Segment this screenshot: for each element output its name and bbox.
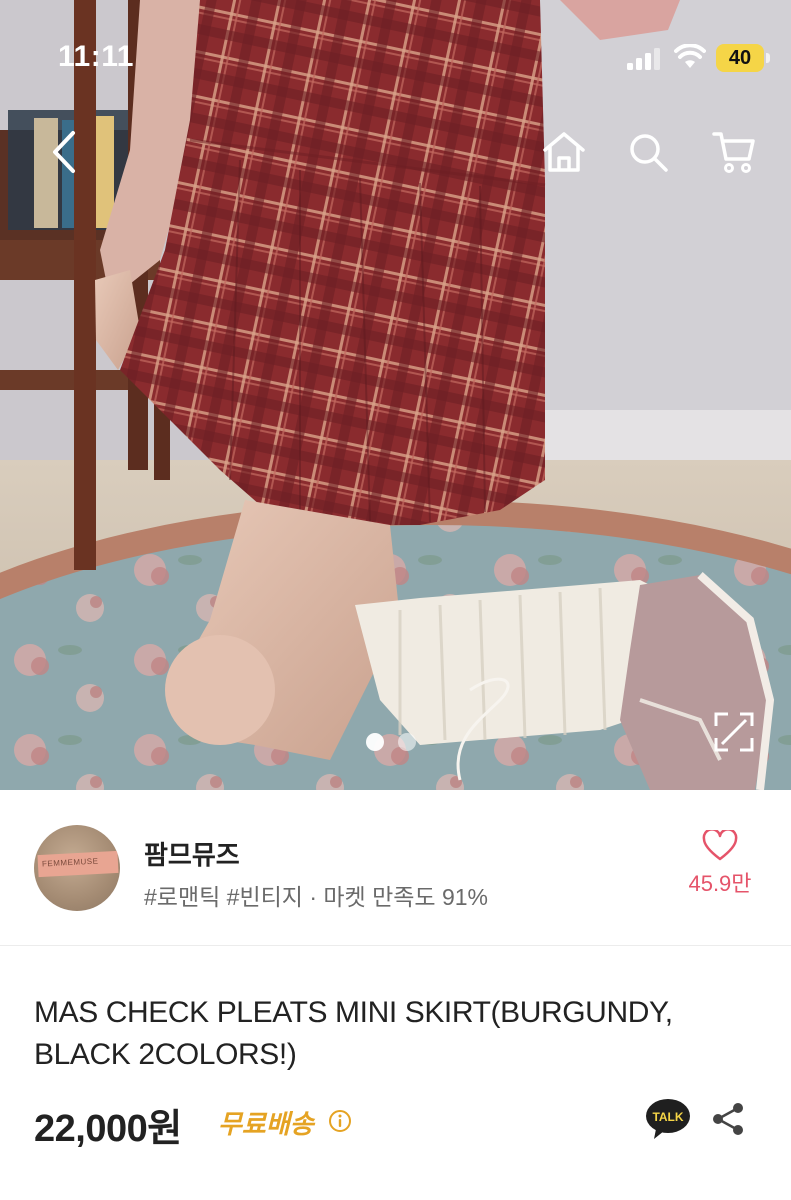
shop-tags: #로맨틱 #빈티지 · 마켓 만족도 91%	[144, 884, 488, 910]
status-time: 11:11	[58, 40, 134, 73]
product-photo	[0, 0, 791, 790]
like-button[interactable]: 45.9만	[672, 830, 768, 898]
battery-indicator: 40	[716, 44, 770, 72]
info-icon[interactable]	[328, 1109, 352, 1133]
pagination-dot-active[interactable]	[366, 733, 384, 751]
cellular-signal-icon	[627, 48, 660, 70]
home-button[interactable]	[536, 124, 592, 180]
pagination-dot[interactable]	[398, 733, 416, 751]
search-button[interactable]	[620, 124, 676, 180]
product-image-gallery[interactable]: 11:11 40	[0, 0, 791, 790]
chevron-left-icon	[53, 131, 75, 173]
expand-icon[interactable]	[712, 710, 756, 754]
heart-icon	[702, 830, 738, 861]
free-shipping-label: 무료배송	[218, 1109, 314, 1139]
search-icon	[630, 134, 668, 172]
shop-info-row[interactable]: FEMMEMUSE 팜므뮤즈 #로맨틱 #빈티지 · 마켓 만족도 91% 45…	[0, 790, 791, 946]
kakao-talk-icon[interactable]: TALK	[644, 1097, 692, 1141]
gallery-pagination	[366, 733, 416, 751]
talk-label: TALK	[652, 1110, 683, 1124]
product-title: MAS CHECK PLEATS MINI SKIRT(BURGUNDY, BL…	[34, 996, 673, 1071]
like-count: 45.9만	[688, 871, 752, 896]
home-icon	[543, 132, 585, 172]
cart-icon	[712, 132, 755, 173]
status-bar: 11:11 40	[0, 0, 791, 110]
product-price: 22,000원	[34, 1108, 182, 1150]
wifi-icon	[674, 44, 706, 68]
share-icon[interactable]	[710, 1101, 746, 1137]
shop-name[interactable]: 팜므뮤즈	[144, 835, 240, 872]
shop-avatar[interactable]: FEMMEMUSE	[34, 825, 120, 911]
price-row: 22,000원 무료배송 TALK	[34, 1097, 774, 1150]
back-button[interactable]	[36, 124, 92, 180]
cart-button[interactable]	[706, 124, 762, 180]
